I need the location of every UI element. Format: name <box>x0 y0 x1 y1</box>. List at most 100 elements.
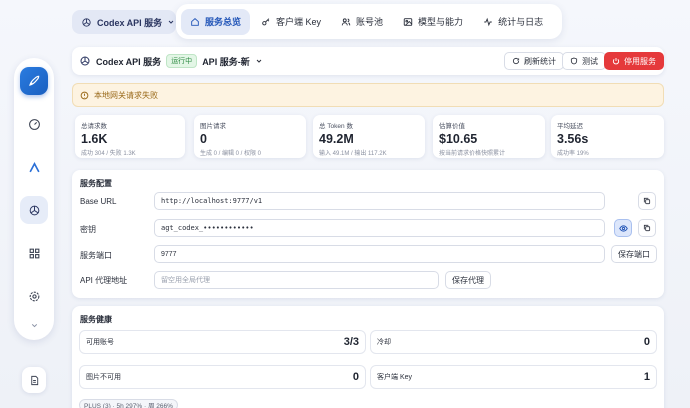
rail-openai[interactable] <box>20 196 48 224</box>
service-header: Codex API 服务 运行中 API 服务-新 刷新统计 测试 停用服务 <box>72 47 664 75</box>
stat-value: 3.56s <box>557 132 589 146</box>
stat-label: 图片请求 <box>200 123 226 130</box>
base-url-label: Base URL <box>80 197 117 206</box>
proxy-field[interactable]: 留空用全局代理 <box>154 271 439 289</box>
service-selector-label: Codex API 服务 <box>97 17 163 28</box>
tab-label: 服务总览 <box>205 17 242 27</box>
home-icon <box>191 17 199 26</box>
rail-settings[interactable] <box>20 282 48 310</box>
tab-label: 账号池 <box>356 17 384 27</box>
copy-icon <box>643 224 651 232</box>
tab-client-key[interactable]: 客户端 Key <box>252 9 330 35</box>
key-icon <box>262 17 270 25</box>
secret-field[interactable]: agt_codex_•••••••••••• <box>154 219 605 237</box>
stat-label: 平均延迟 <box>557 123 583 130</box>
stop-service-button[interactable]: 停用服务 <box>604 52 664 70</box>
secret-label: 密钥 <box>80 225 96 234</box>
openai-icon <box>29 205 39 215</box>
tab-stats-logs[interactable]: 统计与日志 <box>474 9 552 35</box>
stat-estimated-value: 估算价值 $10.65 按当前请求价格快照累计 <box>433 115 545 158</box>
health-label: 客户端 Key <box>377 374 413 381</box>
tab-account-pool[interactable]: 账号池 <box>332 9 392 35</box>
activity-icon <box>484 17 492 26</box>
health-image-unavailable: 图片不可用 0 <box>79 365 366 389</box>
port-label: 服务端口 <box>80 251 112 260</box>
health-cooldown: 冷却 0 <box>370 330 657 354</box>
stat-label: 估算价值 <box>439 123 465 130</box>
section-title: 服务配置 <box>80 179 112 188</box>
proxy-label: API 代理地址 <box>80 276 128 285</box>
health-client-keys: 客户端 Key 1 <box>370 365 657 389</box>
eye-icon <box>618 224 628 232</box>
tab-models[interactable]: 模型与能力 <box>394 9 472 35</box>
stat-value: $10.65 <box>439 132 478 146</box>
health-value: 3/3 <box>343 336 359 348</box>
chevron-down-icon[interactable] <box>30 321 39 332</box>
stat-total-tokens: 总 Token 数 49.2M 输入 49.1M / 输出 117.2K <box>313 115 425 158</box>
rocket-icon <box>29 75 40 86</box>
refresh-stats-button[interactable]: 刷新统计 <box>504 52 564 70</box>
copy-icon <box>643 197 651 205</box>
save-port-button[interactable]: 保存端口 <box>611 245 657 263</box>
service-health-panel: 服务健康 可用账号 3/3 冷却 0 图片不可用 0 客户端 Key 1 PLU… <box>72 306 664 408</box>
health-label: 冷却 <box>377 339 391 346</box>
tab-overview[interactable]: 服务总览 <box>181 8 251 35</box>
left-rail <box>14 58 54 340</box>
stat-sub: 按当前请求价格快照累计 <box>439 151 506 157</box>
gear-icon <box>29 291 39 301</box>
service-config-panel: 服务配置 Base URL http://localhost:9777/v1 密… <box>72 170 664 298</box>
stat-sub: 生成 0 / 编辑 0 / 权限 0 <box>200 151 262 157</box>
copy-base-url-button[interactable] <box>638 192 656 210</box>
rail-provider[interactable] <box>20 153 48 181</box>
section-title: 服务健康 <box>80 315 112 324</box>
status-badge: 运行中 <box>166 54 198 68</box>
instance-selector[interactable]: API 服务-新 <box>202 55 250 68</box>
tab-label: 统计与日志 <box>498 17 544 27</box>
error-alert: 本地网关请求失败 <box>72 83 664 107</box>
stat-sub: 成功率 19% <box>557 151 589 157</box>
tab-label: 模型与能力 <box>418 17 464 27</box>
users-icon <box>341 17 351 25</box>
save-proxy-button[interactable]: 保存代理 <box>445 271 491 289</box>
top-nav: 服务总览 客户端 Key 账号池 模型与能力 统计与日志 <box>176 4 562 39</box>
stat-sub: 成功 304 / 失败 1.3K <box>81 151 136 157</box>
rail-dashboard[interactable] <box>20 110 48 138</box>
stat-avg-latency: 平均延迟 3.56s 成功率 19% <box>551 115 664 158</box>
test-button[interactable]: 测试 <box>562 52 606 70</box>
rail-docs-button[interactable] <box>22 367 46 393</box>
stop-label: 停用服务 <box>624 56 656 66</box>
rail-apps[interactable] <box>20 239 48 267</box>
chevron-down-icon[interactable] <box>255 57 263 65</box>
warning-icon <box>80 91 89 99</box>
shield-icon <box>570 57 578 65</box>
stat-value: 0 <box>200 132 207 146</box>
test-label: 测试 <box>582 56 598 66</box>
health-available-accounts: 可用账号 3/3 <box>79 330 366 354</box>
tab-label: 客户端 Key <box>276 17 322 27</box>
health-value: 0 <box>643 336 650 348</box>
provider-logo-icon <box>28 161 40 172</box>
health-value: 0 <box>352 371 359 383</box>
plan-usage-pill: PLUS (3) · 5h 297% · 周 266% <box>79 399 178 408</box>
toggle-secret-visibility-button[interactable] <box>614 219 632 237</box>
health-value: 1 <box>643 371 650 383</box>
copy-secret-button[interactable] <box>638 219 656 237</box>
stat-total-requests: 总请求数 1.6K 成功 304 / 失败 1.3K <box>75 115 185 158</box>
openai-icon <box>80 56 90 66</box>
chevron-down-icon <box>168 20 174 24</box>
stat-sub: 输入 49.1M / 输出 117.2K <box>319 151 387 157</box>
grid-icon <box>29 248 39 258</box>
service-name: Codex API 服务 <box>96 56 162 67</box>
image-icon <box>403 17 413 26</box>
port-field[interactable]: 9777 <box>154 245 605 263</box>
alert-text: 本地网关请求失败 <box>94 90 158 100</box>
health-label: 图片不可用 <box>86 374 121 381</box>
refresh-icon <box>512 57 520 65</box>
service-selector[interactable]: Codex API 服务 <box>72 10 176 34</box>
stat-label: 总 Token 数 <box>319 123 353 130</box>
rail-launch[interactable] <box>20 67 48 95</box>
base-url-field[interactable]: http://localhost:9777/v1 <box>154 192 605 210</box>
document-icon <box>30 375 38 385</box>
health-label: 可用账号 <box>86 339 114 346</box>
app-window: Codex API 服务 服务总览 客户端 Key 账号池 模型与能力 统计与日… <box>0 0 690 408</box>
